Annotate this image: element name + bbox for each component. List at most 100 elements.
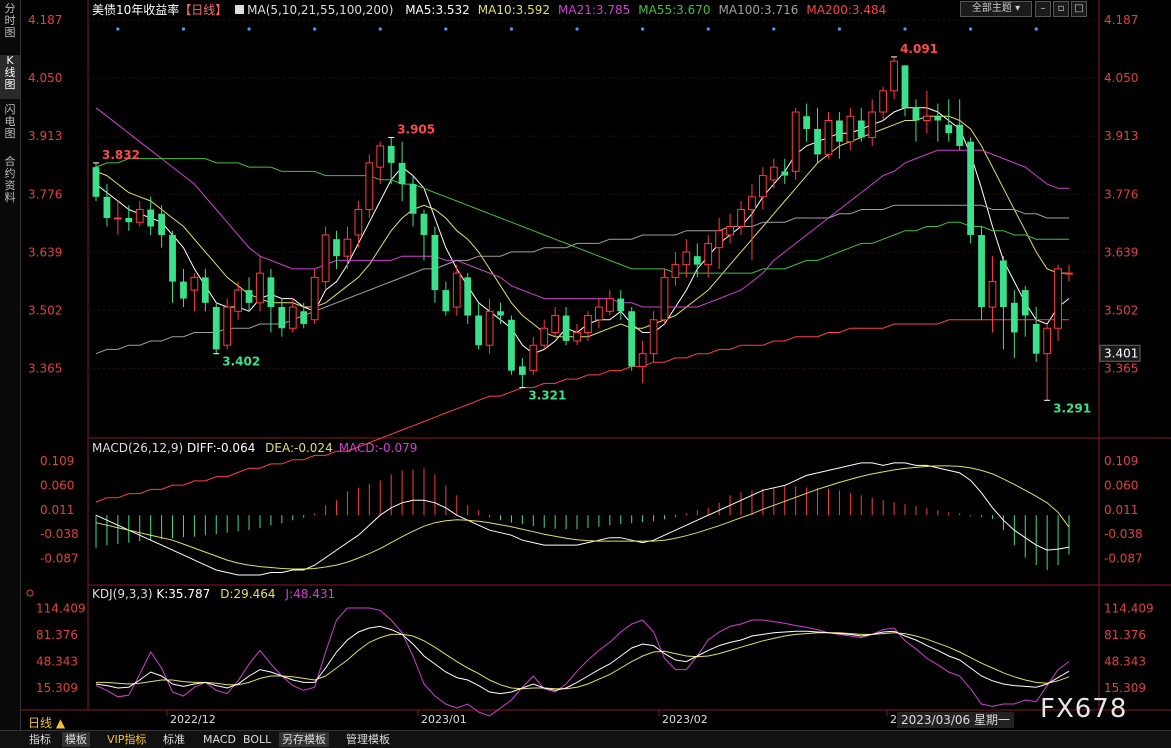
event-dot: [116, 27, 120, 31]
bottom-tab-0[interactable]: 指标: [26, 732, 54, 747]
ma-value-3: MA55:3.670: [638, 3, 711, 17]
kdj-settings-icon: [26, 589, 34, 597]
candle-body: [551, 315, 560, 333]
chart-legend: 美债10年收益率【日线】 MA(5,10,21,55,100,200) MA5:…: [92, 2, 886, 18]
macd-tick-right: -0.038: [1104, 527, 1143, 541]
kdj-tick-left: 48.343: [36, 654, 78, 668]
macd-dea-line: [95, 465, 1070, 570]
candle-body: [333, 239, 340, 257]
candle-body: [988, 281, 997, 308]
event-dot: [641, 27, 645, 31]
candle-body: [748, 196, 756, 211]
ma-value-2: MA21:3.785: [558, 3, 631, 17]
last-price-label: 3.401: [1104, 346, 1138, 360]
ma-line-MA200: [95, 319, 1069, 503]
macd-tick-left: 0.011: [40, 503, 74, 517]
price-pane: 4.187 4.187 4.050 4.050 3.913 3.913 3.776 3.776…: [28, 13, 1141, 503]
event-dot: [509, 27, 514, 31]
candle-body: [267, 277, 275, 308]
macd-diff-value: DIFF:-0.064: [187, 441, 259, 455]
candle-body: [628, 311, 636, 367]
candle-body: [791, 111, 800, 172]
candle-body: [967, 141, 974, 235]
candle-body: [682, 251, 691, 266]
price-tick-right: 3.639: [1104, 245, 1138, 259]
crosshair-date: 2023/03/06 星期一: [897, 712, 1014, 728]
watermark-logo: FX678: [1040, 694, 1128, 724]
candle-body: [978, 234, 985, 308]
candle-body: [310, 276, 319, 321]
extreme-label: 3.832: [102, 148, 140, 162]
minimize-icon[interactable]: –: [1035, 1, 1051, 17]
kdj-tick-right: 81.376: [1104, 628, 1146, 642]
candle-body: [398, 162, 406, 185]
kdj-tick-right: 15.309: [1104, 681, 1146, 695]
ma-value-0: MA5:3.532: [405, 3, 470, 17]
ma-params: MA(5,10,21,55,100,200): [247, 3, 394, 17]
restore-icon[interactable]: ▫: [1053, 1, 1069, 17]
period-button[interactable]: 日线 ▲: [28, 714, 65, 731]
legend-swatch-icon[interactable]: [235, 5, 245, 14]
kdj-params: KDJ(9,3,3): [92, 587, 156, 601]
kdj-pane: 114.409 114.409 81.376 81.376 48.343 48.343 15…: [26, 587, 1154, 717]
candle-body: [1065, 272, 1073, 275]
price-tick-right: 4.187: [1104, 13, 1138, 27]
ma-line-MA55: [95, 158, 1069, 274]
candle-body: [857, 120, 865, 138]
candle-body: [638, 353, 647, 367]
macd-tick-left: 0.060: [40, 478, 74, 492]
bottom-tab-2[interactable]: VIP指标: [104, 732, 149, 747]
price-tick-left: 3.776: [28, 187, 62, 201]
candle-body: [288, 306, 297, 329]
macd-tick-left: 0.109: [40, 454, 74, 468]
kdj-tick-right: 48.343: [1104, 654, 1146, 668]
kdj-k-value: K:35.787: [156, 587, 210, 601]
chart-canvas[interactable]: 4.187 4.187 4.050 4.050 3.913 3.913 3.776 3.776…: [0, 0, 1171, 730]
candle-body: [497, 311, 504, 316]
price-tick-left: 4.187: [28, 13, 62, 27]
candle-body: [135, 209, 144, 223]
kdj-tick-right: 114.409: [1104, 601, 1154, 615]
bottom-tab-7[interactable]: 管理模板: [343, 732, 393, 747]
x-tick-label: 2023/02: [662, 713, 708, 726]
candle-body: [879, 90, 888, 113]
theme-select[interactable]: 全部主题 ▾: [960, 1, 1032, 17]
kdj-tick-left: 15.309: [36, 681, 78, 695]
candle-body: [475, 315, 483, 346]
bottom-tab-5[interactable]: BOLL: [240, 732, 274, 747]
ma-line-MA21: [95, 107, 1069, 308]
bottom-toolbar: 指标 模板 VIP指标 标准 MACD BOLL 另存模板 管理模板: [0, 730, 1171, 748]
event-dot: [772, 27, 776, 31]
period-tag: 【日线】: [179, 3, 228, 17]
kdj-legend: KDJ(9,3,3) K:35.787 D:29.464 J:48.431: [92, 587, 335, 601]
price-tick-right: 4.050: [1104, 71, 1138, 85]
candle-body: [321, 234, 330, 283]
event-dot: [706, 27, 710, 31]
price-tick-right: 3.776: [1104, 187, 1138, 201]
candle-body: [147, 209, 155, 227]
bottom-tab-6[interactable]: 另存模板: [279, 732, 329, 747]
kdj-tick-left: 81.376: [36, 628, 78, 642]
candle-body: [846, 115, 855, 143]
candle-body: [1010, 302, 1018, 333]
bottom-tab-4[interactable]: MACD: [200, 732, 239, 747]
event-dot: [247, 27, 251, 31]
candle-body: [584, 315, 592, 333]
macd-tick-left: -0.038: [40, 527, 79, 541]
event-dot: [1034, 27, 1038, 31]
extreme-label: 3.321: [528, 389, 566, 403]
maximize-icon[interactable]: □: [1071, 1, 1087, 17]
candle-body: [125, 218, 133, 223]
event-dot: [181, 27, 186, 31]
extreme-label: 3.291: [1053, 401, 1091, 415]
candle-body: [376, 145, 385, 168]
kdj-j-value: J:48.431: [285, 587, 336, 601]
macd-diff-line: [95, 462, 1070, 576]
bottom-tab-3[interactable]: 标准: [160, 732, 188, 747]
macd-tick-right: -0.087: [1104, 552, 1143, 566]
candle-body: [934, 116, 942, 121]
event-dot: [837, 27, 842, 31]
bottom-tab-1[interactable]: 模板: [62, 732, 90, 747]
candle-body: [693, 256, 701, 265]
macd-params: MACD(26,12,9): [92, 441, 187, 455]
